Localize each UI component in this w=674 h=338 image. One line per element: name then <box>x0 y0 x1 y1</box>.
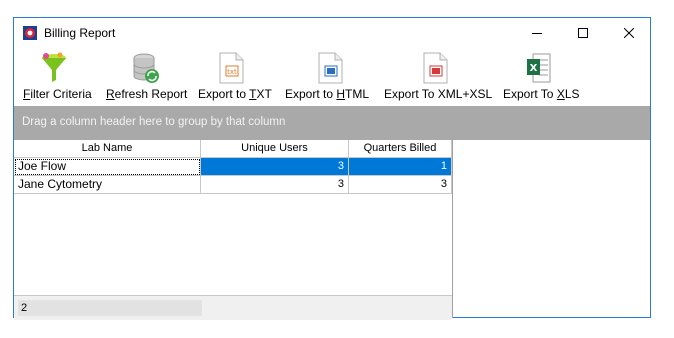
group-by-panel[interactable]: Drag a column header here to group by th… <box>14 106 650 140</box>
table-row[interactable]: Jane Cytometry 3 3 <box>14 176 452 194</box>
cell-quarters-billed[interactable]: 3 <box>349 176 452 194</box>
export-txt-label: Export to TXT <box>198 87 272 101</box>
maximize-button[interactable] <box>560 18 606 48</box>
maximize-icon <box>578 28 588 38</box>
billing-report-window: Billing Report Filter Criteria Refresh R… <box>13 17 651 320</box>
export-xls-label: Export To XLS <box>503 87 580 101</box>
grid-header: Lab Name Unique Users Quarters Billed <box>14 140 452 158</box>
excel-file-icon: X <box>527 53 551 83</box>
export-html-button[interactable]: Export to HTML <box>285 48 371 104</box>
export-xls-button[interactable]: X Export To XLS <box>503 48 583 104</box>
html-file-icon <box>318 52 343 84</box>
column-header-quarters-billed[interactable]: Quarters Billed <box>349 140 452 157</box>
app-icon <box>23 26 37 40</box>
filter-criteria-label: Filter Criteria <box>23 87 92 101</box>
database-refresh-icon <box>133 53 159 83</box>
billing-grid[interactable]: Lab Name Unique Users Quarters Billed Jo… <box>14 140 453 320</box>
close-icon <box>624 28 634 38</box>
column-header-lab-name[interactable]: Lab Name <box>14 140 201 157</box>
grid-footer: 2 <box>14 295 452 320</box>
export-xml-xsl-button[interactable]: Export To XML+XSL <box>384 48 493 104</box>
close-button[interactable] <box>606 18 652 48</box>
cell-unique-users[interactable]: 3 <box>201 158 349 176</box>
refresh-report-button[interactable]: Refresh Report <box>104 48 188 104</box>
toolbar: Filter Criteria Refresh Report txt Expor… <box>14 48 650 104</box>
export-xml-xsl-label: Export To XML+XSL <box>384 87 493 101</box>
cell-lab-name[interactable]: Joe Flow <box>14 158 201 176</box>
xml-file-icon <box>423 52 448 84</box>
minimize-button[interactable] <box>514 18 560 48</box>
cell-quarters-billed[interactable]: 1 <box>349 158 452 176</box>
svg-text:X: X <box>530 63 538 74</box>
row-count: 2 <box>18 300 202 316</box>
svg-text:txt: txt <box>227 68 237 76</box>
cell-unique-users[interactable]: 3 <box>201 176 349 194</box>
txt-file-icon: txt <box>219 52 244 84</box>
refresh-report-label: Refresh Report <box>106 87 188 101</box>
minimize-icon <box>532 33 542 34</box>
table-row[interactable]: Joe Flow 3 1 <box>14 158 452 176</box>
column-header-unique-users[interactable]: Unique Users <box>201 140 349 157</box>
funnel-icon <box>42 52 66 82</box>
window-title: Billing Report <box>44 26 116 40</box>
export-html-label: Export to HTML <box>285 87 370 101</box>
cell-lab-name[interactable]: Jane Cytometry <box>14 176 201 194</box>
title-bar: Billing Report <box>14 18 650 48</box>
group-by-hint: Drag a column header here to group by th… <box>22 116 286 128</box>
filter-criteria-button[interactable]: Filter Criteria <box>20 48 100 104</box>
export-txt-button[interactable]: txt Export to TXT <box>198 48 272 104</box>
